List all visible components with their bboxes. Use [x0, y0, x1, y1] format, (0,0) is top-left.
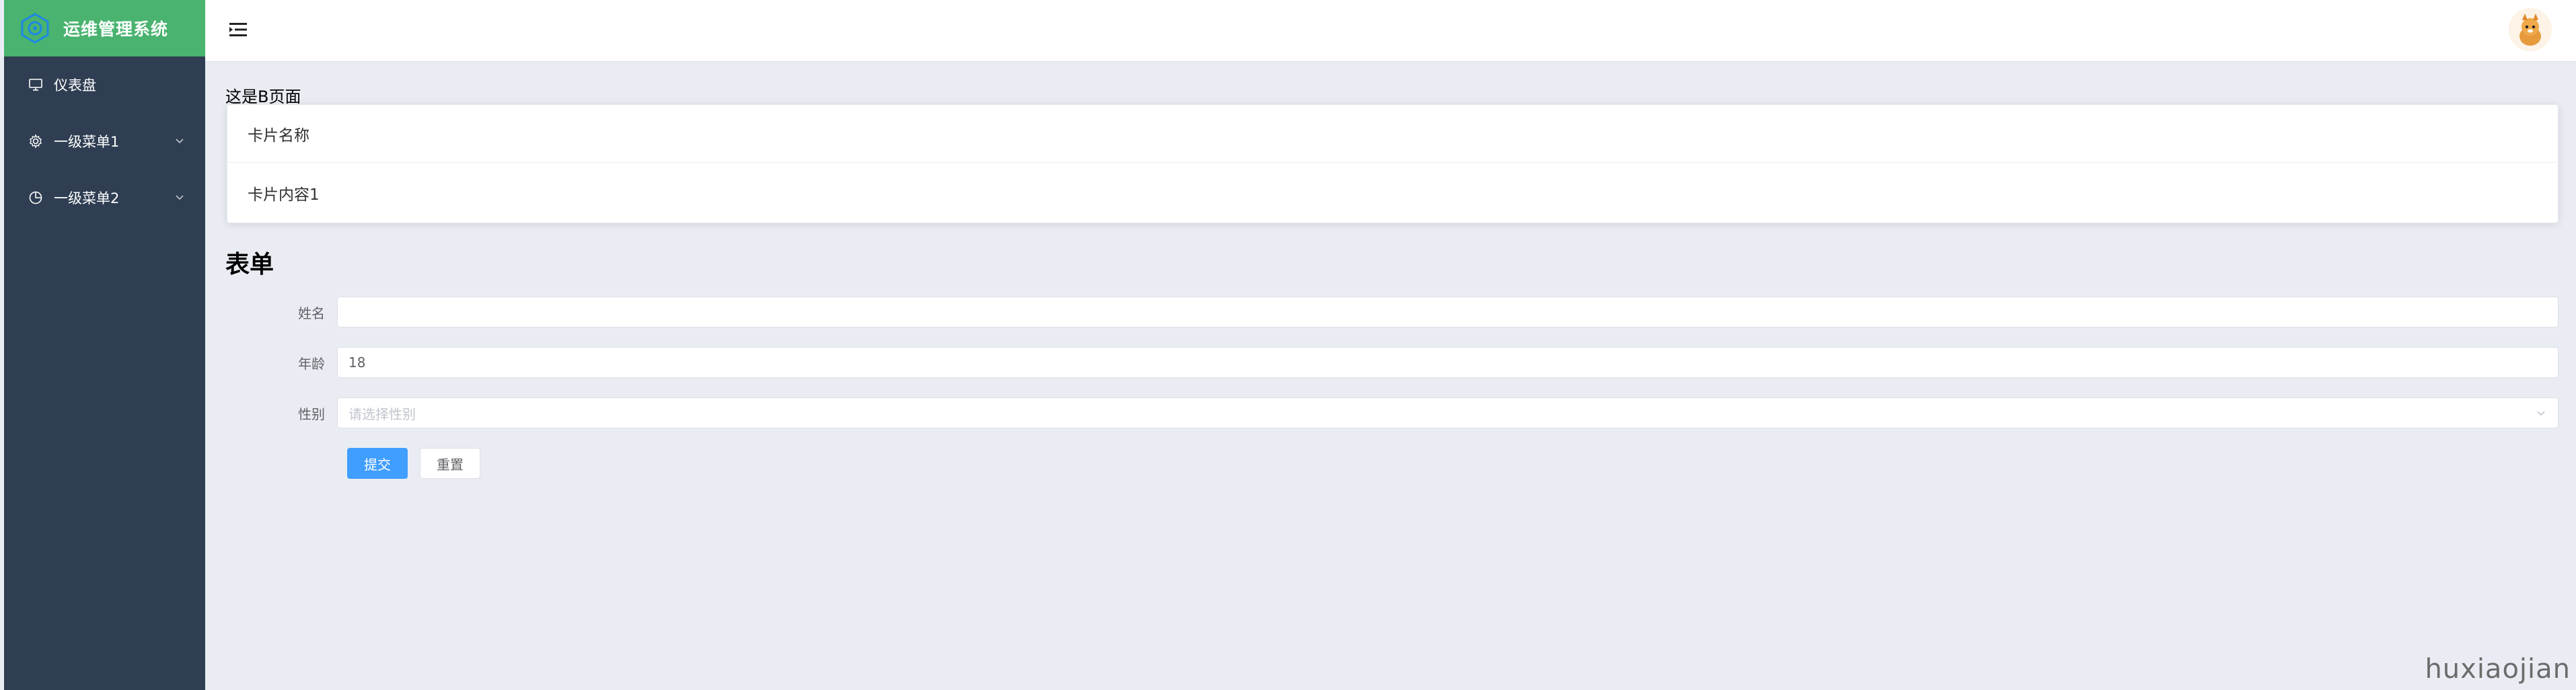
monitor-icon	[27, 76, 44, 93]
gender-label: 性别	[298, 406, 325, 422]
logo-icon	[21, 13, 49, 44]
page-text: 这是B页面	[225, 87, 301, 106]
chevron-down-icon	[176, 139, 184, 144]
gender-select-placeholder: 请选择性别	[348, 406, 416, 422]
age-input[interactable]: 18	[337, 347, 2559, 378]
form-actions: 提交 重置	[347, 448, 480, 479]
card-body: 卡片内容1	[248, 186, 320, 204]
sidebar-item-label: 一级菜单2	[54, 190, 120, 206]
app-title: 运维管理系统	[63, 20, 169, 39]
top-header	[205, 0, 2576, 62]
collapse-menu-icon[interactable]	[229, 22, 248, 38]
pie-chart-icon	[27, 189, 44, 206]
sidebar-item-dashboard[interactable]: 仪表盘	[4, 56, 205, 113]
avatar[interactable]	[2509, 8, 2552, 51]
sidebar-item-label: 仪表盘	[54, 77, 96, 93]
submit-button[interactable]: 提交	[347, 448, 408, 479]
chevron-down-icon	[2537, 411, 2545, 416]
form-row-name: 姓名	[227, 297, 2559, 328]
app-logo[interactable]: 运维管理系统	[4, 0, 205, 56]
name-input[interactable]	[337, 297, 2559, 328]
reset-button[interactable]: 重置	[420, 448, 480, 479]
sidebar-item-label: 一级菜单1	[54, 134, 120, 150]
form-row-age: 年龄 18	[227, 347, 2559, 378]
gear-icon	[27, 132, 44, 150]
name-label: 姓名	[298, 305, 325, 321]
card-header: 卡片名称	[227, 105, 2558, 163]
sidebar-item-menu1[interactable]: 一级菜单1	[4, 113, 205, 169]
age-label: 年龄	[298, 355, 325, 372]
sidebar-item-menu2[interactable]: 一级菜单2	[4, 169, 205, 226]
info-card: 卡片名称 卡片内容1	[227, 104, 2559, 223]
watermark: huxiaojian	[2425, 654, 2571, 685]
sidebar: 运维管理系统 仪表盘 一级菜单1 一级菜单2	[4, 0, 205, 690]
chevron-down-icon	[176, 195, 184, 200]
form-row-gender: 性别 请选择性别	[227, 397, 2559, 428]
form-title: 表单	[225, 251, 274, 278]
gender-select[interactable]: 请选择性别	[337, 397, 2559, 428]
